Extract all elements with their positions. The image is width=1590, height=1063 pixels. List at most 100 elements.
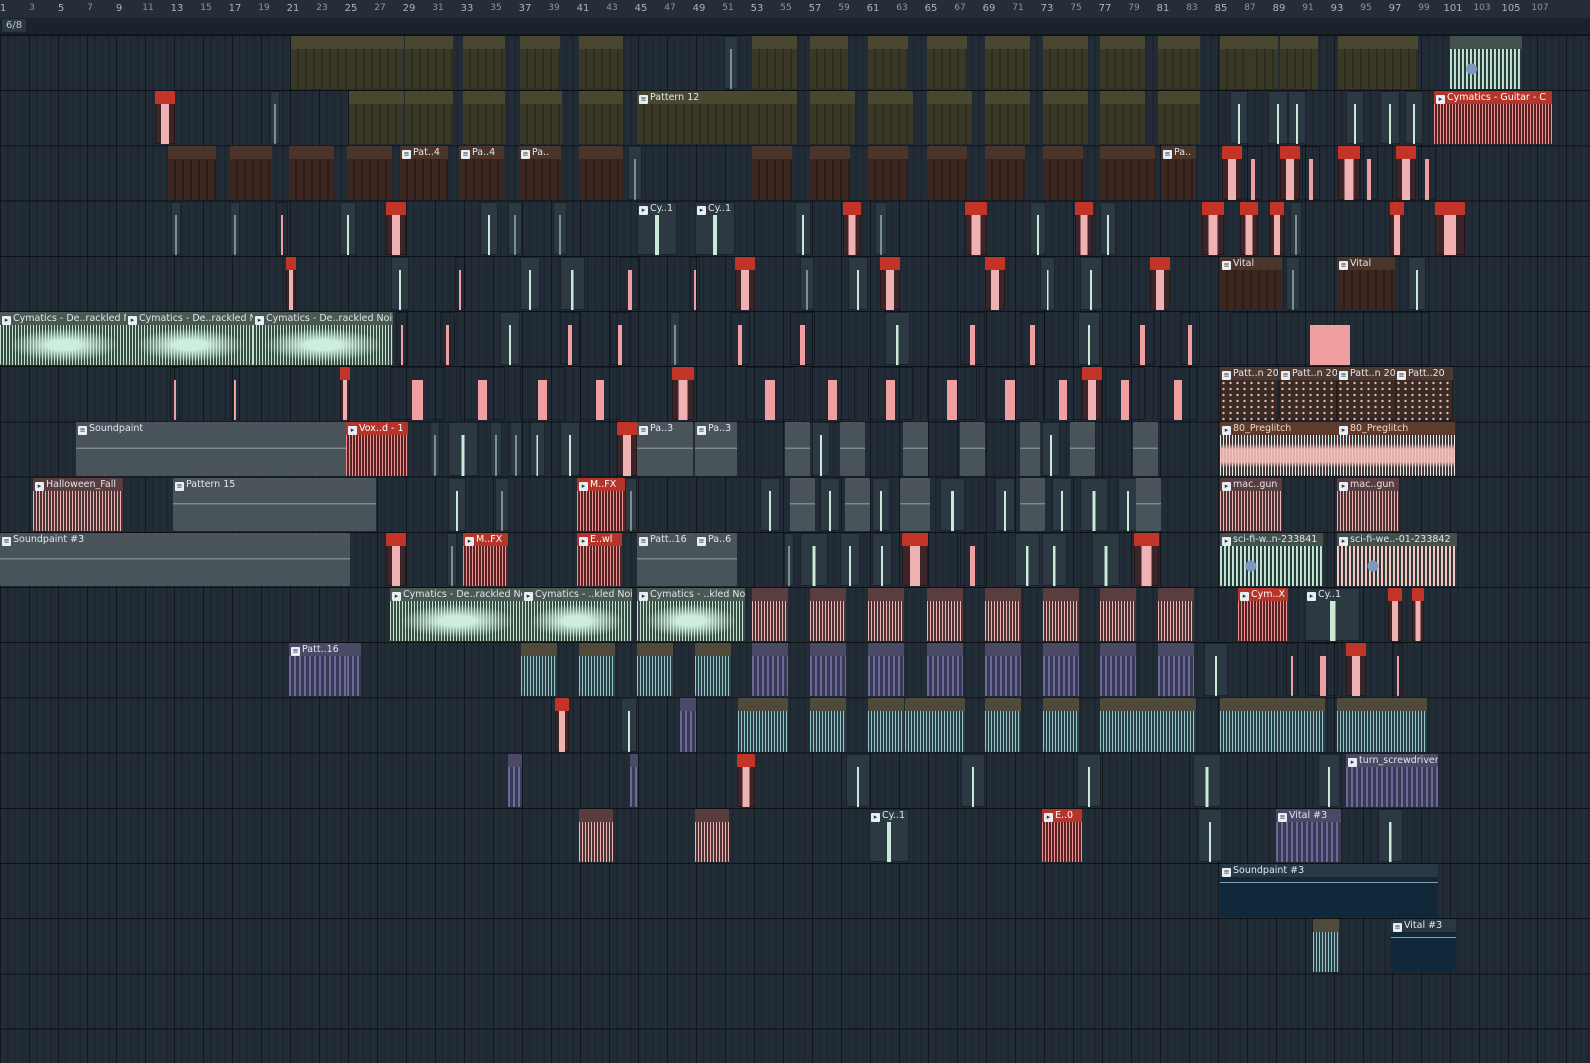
playlist-clip[interactable] [560, 312, 580, 366]
audio-icon[interactable]: ▸ [1339, 481, 1348, 491]
clip-header[interactable] [1318, 754, 1340, 767]
playlist-clip[interactable] [960, 422, 985, 476]
clip-header[interactable] [1136, 698, 1196, 712]
pattern-icon[interactable]: ≡ [697, 536, 706, 546]
playlist-clip[interactable] [1092, 532, 1120, 586]
playlist-clip[interactable]: ≡ Pa..4 [459, 146, 504, 200]
clip-header[interactable] [690, 257, 700, 270]
playlist-clip[interactable] [730, 312, 750, 366]
playlist-clip[interactable] [752, 588, 788, 642]
playlist-clip[interactable] [810, 588, 846, 642]
clip-header[interactable] [868, 588, 904, 601]
clip-header[interactable] [790, 477, 815, 491]
playlist-clip[interactable] [1346, 91, 1364, 145]
timeline-ruler[interactable]: 1 5 9 13 17 21 25 29 33 37 41 45 49 53 57 61 65 69 73 77 81 8… [0, 0, 1590, 19]
clip-header[interactable] [463, 91, 505, 105]
clip-header[interactable] [1337, 698, 1427, 712]
clip-header[interactable] [735, 256, 755, 270]
clip-header[interactable] [1015, 533, 1040, 546]
clip-header[interactable]: ≡ Soundpaint [76, 422, 351, 436]
playlist-clip[interactable]: ≡ Vital [1220, 256, 1282, 310]
audio-icon[interactable]: ▸ [392, 592, 401, 601]
clip-header[interactable] [1100, 91, 1145, 105]
clip-header[interactable] [1204, 643, 1228, 656]
clip-header[interactable] [1450, 36, 1522, 49]
clip-header[interactable] [630, 753, 638, 767]
clip-header[interactable] [1080, 478, 1108, 491]
clip-header[interactable] [1393, 643, 1403, 656]
clip-header[interactable]: ≡ Pat..4 [400, 146, 448, 160]
clip-header[interactable] [695, 808, 729, 822]
audio-icon[interactable]: ▸ [1222, 481, 1231, 491]
clip-header[interactable] [1158, 36, 1200, 49]
playlist-clip[interactable] [1118, 477, 1138, 531]
clip-header[interactable] [430, 422, 440, 435]
clip-header[interactable] [800, 257, 814, 270]
playlist-clip[interactable] [927, 588, 963, 642]
playlist-clip[interactable] [490, 422, 502, 476]
clip-header[interactable] [1100, 146, 1155, 160]
playlist-clip[interactable]: ≡ Soundpaint #3 [0, 532, 350, 586]
playlist-clip[interactable] [1318, 753, 1340, 807]
playlist-clip[interactable] [560, 256, 585, 310]
playlist-clip[interactable] [965, 201, 987, 255]
playlist-clip[interactable] [672, 367, 694, 421]
playlist-clip[interactable] [620, 257, 640, 310]
playlist-clip[interactable] [1380, 91, 1400, 145]
playlist-clip[interactable] [230, 146, 272, 200]
playlist-clip[interactable] [1230, 91, 1248, 145]
clip-header[interactable] [560, 257, 585, 270]
clip-header[interactable] [1042, 422, 1060, 435]
playlist-clip[interactable] [347, 643, 361, 697]
playlist-clip[interactable] [810, 698, 846, 752]
playlist-clip[interactable] [985, 91, 1030, 145]
playlist-clip[interactable] [1198, 808, 1222, 862]
clip-header[interactable] [985, 91, 1030, 105]
clip-header[interactable] [1078, 312, 1100, 325]
playlist-clip[interactable]: ▸ turn_screwdriver [1346, 753, 1438, 807]
playlist-clip[interactable] [495, 477, 509, 531]
playlist-clip[interactable] [1043, 36, 1088, 90]
playlist-clip[interactable] [463, 91, 505, 145]
pattern-icon[interactable]: ≡ [78, 426, 87, 436]
pattern-icon[interactable]: ≡ [1339, 260, 1348, 270]
playlist-clip[interactable] [1412, 588, 1424, 642]
clip-header[interactable] [1180, 312, 1200, 325]
clip-header[interactable] [276, 202, 288, 215]
playlist-clip[interactable] [810, 643, 846, 697]
clip-header[interactable] [560, 422, 580, 435]
playlist-clip[interactable] [1020, 477, 1045, 531]
pattern-icon[interactable]: ≡ [521, 150, 530, 160]
playlist-clip[interactable] [460, 367, 505, 421]
clip-header[interactable] [1077, 754, 1101, 767]
playlist-clip[interactable] [1133, 422, 1158, 476]
playlist-clip[interactable] [521, 643, 557, 697]
clip-header[interactable] [1043, 588, 1079, 601]
playlist-clip[interactable]: ≡ Pa..3 [637, 422, 693, 476]
clip-header[interactable]: ≡ Patt..16 [289, 643, 347, 657]
clip-header[interactable]: ≡ Pa.. [1161, 146, 1196, 160]
clip-header[interactable] [500, 312, 520, 325]
clip-header[interactable]: ▸ Cym..X [1238, 588, 1288, 601]
clip-header[interactable] [1222, 146, 1242, 160]
playlist-clip[interactable] [508, 201, 522, 255]
playlist-clip[interactable] [1286, 643, 1298, 697]
playlist-clip[interactable] [695, 643, 731, 697]
clip-header[interactable] [520, 367, 565, 380]
clip-header[interactable] [927, 146, 967, 160]
clip-header[interactable] [1270, 201, 1284, 215]
clip-header[interactable] [579, 146, 623, 160]
clip-header[interactable] [927, 643, 963, 657]
clip-header[interactable] [495, 478, 509, 491]
playlist-clip[interactable] [1268, 91, 1288, 145]
clip-header[interactable] [927, 588, 963, 601]
clip-header[interactable] [1290, 202, 1302, 215]
playlist-clip[interactable] [880, 256, 900, 310]
clip-header[interactable] [985, 588, 1021, 601]
playlist-clip[interactable] [1043, 146, 1083, 200]
clip-header[interactable] [985, 698, 1021, 712]
playlist-clip[interactable]: ≡ Patt..16 [637, 532, 695, 586]
playlist-clip[interactable] [1338, 36, 1418, 90]
clip-header[interactable] [1020, 312, 1045, 325]
pattern-icon[interactable]: ≡ [1339, 371, 1348, 381]
